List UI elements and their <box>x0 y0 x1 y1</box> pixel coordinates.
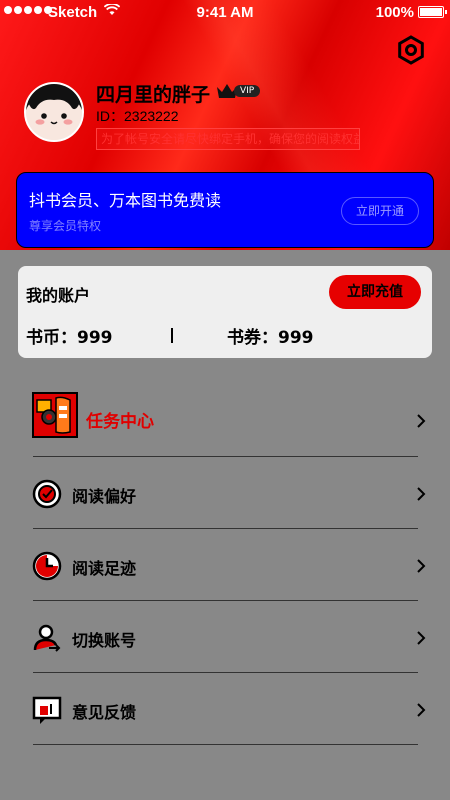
battery-percentage: 100% <box>375 4 414 21</box>
menu-label-feedback: 意见反馈 <box>72 703 137 722</box>
recharge-button[interactable]: 立即充值 <box>329 275 421 309</box>
vip-card-title: 抖书会员、万本图书免费读 <box>29 191 222 210</box>
switch-account-icon <box>33 624 61 652</box>
menu-item-reading-history[interactable]: 阅读足迹 <box>0 529 450 601</box>
chevron-right-icon <box>417 559 426 573</box>
chevron-right-icon <box>417 703 426 717</box>
chevron-right-icon <box>417 414 426 428</box>
user-id: ID：2323222 <box>96 108 179 124</box>
settings-gear-icon[interactable] <box>396 35 426 65</box>
menu-label-switch-account: 切换账号 <box>72 631 137 650</box>
menu-label-task-center: 任务中心 <box>86 412 154 432</box>
reading-history-icon <box>32 551 62 581</box>
activate-vip-button[interactable]: 立即开通 <box>341 197 419 225</box>
account-card: 我的账户 立即充值 书币：999 书券：999 <box>18 266 432 358</box>
vip-badge: VIP <box>216 82 261 100</box>
task-center-icon <box>32 392 78 438</box>
coupon-balance: 书券：999 <box>227 328 314 348</box>
feedback-icon <box>32 696 62 724</box>
menu-label-reading-preference: 阅读偏好 <box>72 487 137 506</box>
user-name: 四月里的胖子 <box>96 84 211 106</box>
menu-label-reading-history: 阅读足迹 <box>72 559 137 578</box>
vip-label: VIP <box>234 85 261 97</box>
menu-list: 任务中心 阅读偏好 阅读足迹 切换账号 意见反馈 <box>0 380 450 745</box>
vip-card-subtitle: 尊享会员特权 <box>29 219 102 233</box>
account-title: 我的账户 <box>26 286 91 305</box>
balance-divider <box>171 328 173 343</box>
menu-item-switch-account[interactable]: 切换账号 <box>0 601 450 673</box>
menu-item-feedback[interactable]: 意见反馈 <box>0 673 450 745</box>
menu-divider <box>33 744 418 745</box>
reading-preference-icon <box>32 479 62 509</box>
avatar-illustration <box>26 84 82 140</box>
menu-item-reading-preference[interactable]: 阅读偏好 <box>0 457 450 529</box>
chevron-right-icon <box>417 487 426 501</box>
menu-item-task-center[interactable]: 任务中心 <box>0 380 450 457</box>
avatar[interactable] <box>24 82 84 142</box>
vip-membership-card[interactable]: 抖书会员、万本图书免费读 尊享会员特权 立即开通 <box>16 172 434 248</box>
bind-phone-notice[interactable]: 为了帐号安全请尽快绑定手机，确保您的阅读权益 <box>96 128 360 150</box>
status-bar: Sketch 9:41 AM 100% <box>0 0 450 26</box>
coin-balance: 书币：999 <box>26 328 113 348</box>
battery-icon <box>418 6 447 18</box>
chevron-right-icon <box>417 631 426 645</box>
